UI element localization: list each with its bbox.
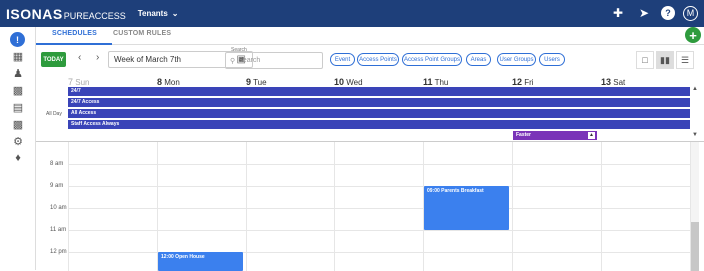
day-header-thu[interactable]: 11 Thu <box>423 77 448 87</box>
week-view-button[interactable]: ▮▮ <box>656 51 674 69</box>
sidebar: ! ▦ ♟ ▩ ▤ ▩ ⚙ ♦ <box>0 27 36 270</box>
event-open-house[interactable]: 12:00 Open House <box>158 252 243 271</box>
grid-icon: ▦ <box>12 50 24 63</box>
people-icon: ♟ <box>13 67 23 80</box>
day-header-sat[interactable]: 13 Sat <box>601 77 625 87</box>
all-day-event[interactable]: 24/7 Access <box>68 98 690 107</box>
add-schedule-button[interactable]: + <box>685 27 701 43</box>
collapse-arrow-icon[interactable]: ▲ <box>588 132 595 139</box>
hour-line <box>68 186 690 187</box>
today-button[interactable]: TODAY <box>41 52 66 67</box>
user-avatar[interactable]: M <box>683 5 698 21</box>
search-icon: ⚲ <box>230 57 236 65</box>
list-view-icon: ☰ <box>680 54 690 65</box>
tab-schedules[interactable]: SCHEDULES <box>52 30 97 37</box>
plus-icon: + <box>689 27 697 43</box>
filter-chip-event[interactable]: Event <box>330 53 355 66</box>
sidebar-item-calendar[interactable]: ▤ <box>11 100 25 114</box>
event-parents-breakfast[interactable]: 09:00 Parents Breakfast <box>424 186 509 230</box>
scroll-down-icon[interactable]: ▼ <box>692 132 698 138</box>
building-icon: ▩ <box>12 84 24 97</box>
filter-chip-access-point-groups[interactable]: Access Point Groups <box>402 53 462 66</box>
logo-main-text: ISONAS <box>6 5 63 22</box>
chevron-down-icon: ⌄ <box>171 9 179 18</box>
hour-line <box>68 208 690 209</box>
scrollbar-thumb[interactable] <box>691 222 699 271</box>
tab-bar: SCHEDULES CUSTOM RULES <box>36 27 704 45</box>
sidebar-item-reports[interactable]: ▩ <box>11 117 25 131</box>
filter-chip-users[interactable]: Users <box>539 53 565 66</box>
search-input[interactable]: ⚲ Search <box>225 52 323 69</box>
add-icon[interactable]: ✚ <box>609 4 627 22</box>
prev-week-icon[interactable]: ‹ <box>78 52 81 63</box>
day-view-icon: □ <box>642 55 648 65</box>
gear-icon: ⚙ <box>13 135 23 148</box>
faster-event-title: Faster <box>516 132 532 138</box>
app-logo[interactable]: ISONASPUREACCESS <box>6 6 126 22</box>
time-label: 10 am <box>50 205 67 211</box>
sidebar-item-schedules[interactable]: ! <box>10 32 25 47</box>
tenants-dropdown[interactable]: Tenants ⌄ <box>138 9 179 18</box>
calendar-icon: ▤ <box>12 101 24 114</box>
active-tab-indicator <box>36 43 112 45</box>
faster-event[interactable]: Faster ▲ <box>513 131 597 140</box>
filter-chip-areas[interactable]: Areas <box>466 53 491 66</box>
sidebar-item-dashboard[interactable]: ▦ <box>11 49 25 63</box>
time-label: 9 am <box>50 183 64 189</box>
bell-icon: ♦ <box>15 152 21 164</box>
day-header-fri[interactable]: 12 Fri <box>512 77 534 87</box>
all-day-label: All Day <box>46 111 62 117</box>
time-label: 11 am <box>50 227 67 233</box>
all-day-event[interactable]: All Access <box>68 109 690 118</box>
time-label: 8 am <box>50 161 64 167</box>
day-header-tue[interactable]: 9 Tue <box>246 77 267 87</box>
filter-chip-user-groups[interactable]: User Groups <box>497 53 536 66</box>
day-header-mon[interactable]: 8 Mon <box>157 77 180 87</box>
logo-sub-text: PUREACCESS <box>63 10 126 21</box>
time-label: 12 pm <box>50 249 67 255</box>
sidebar-item-alerts[interactable]: ♦ <box>11 151 25 165</box>
all-day-event[interactable]: Staff Access Always <box>68 120 690 129</box>
calendar-toolbar: TODAY ‹ › Week of March 7th ▣ Search ⚲ S… <box>36 47 704 72</box>
help-icon[interactable]: ? <box>661 6 675 20</box>
alert-icon: ! <box>16 34 19 45</box>
sidebar-item-buildings[interactable]: ▩ <box>11 83 25 97</box>
sidebar-item-settings[interactable]: ⚙ <box>11 134 25 148</box>
week-view-icon: ▮▮ <box>660 54 670 65</box>
hour-line <box>68 230 690 231</box>
filter-chip-access-points[interactable]: Access Points <box>357 53 399 66</box>
tenants-label: Tenants <box>137 9 168 18</box>
tab-custom-rules[interactable]: CUSTOM RULES <box>113 30 171 37</box>
time-grid: 8 am 9 am 10 am 11 am 12 pm 09:00 Parent… <box>36 141 704 271</box>
hour-line <box>68 164 690 165</box>
search-placeholder: Search <box>238 57 261 64</box>
all-day-event[interactable]: 24/7 <box>68 87 690 96</box>
week-calendar: 7 Sun 8 Mon 9 Tue 10 Wed 11 Thu 12 Fri 1… <box>36 74 704 271</box>
top-bar: ISONASPUREACCESS Tenants ⌄ ✚ ➤ ? M <box>0 0 704 27</box>
next-week-icon[interactable]: › <box>96 52 99 63</box>
chart-icon: ▩ <box>12 118 24 131</box>
scroll-up-icon[interactable]: ▲ <box>692 86 698 92</box>
day-view-button[interactable]: □ <box>636 51 654 69</box>
week-picker-value: Week of March 7th <box>114 55 181 64</box>
day-header-wed[interactable]: 10 Wed <box>334 77 363 87</box>
send-icon[interactable]: ➤ <box>635 4 653 22</box>
day-header-sun[interactable]: 7 Sun <box>68 77 89 87</box>
list-view-button[interactable]: ☰ <box>676 51 694 69</box>
sidebar-item-users[interactable]: ♟ <box>11 66 25 80</box>
